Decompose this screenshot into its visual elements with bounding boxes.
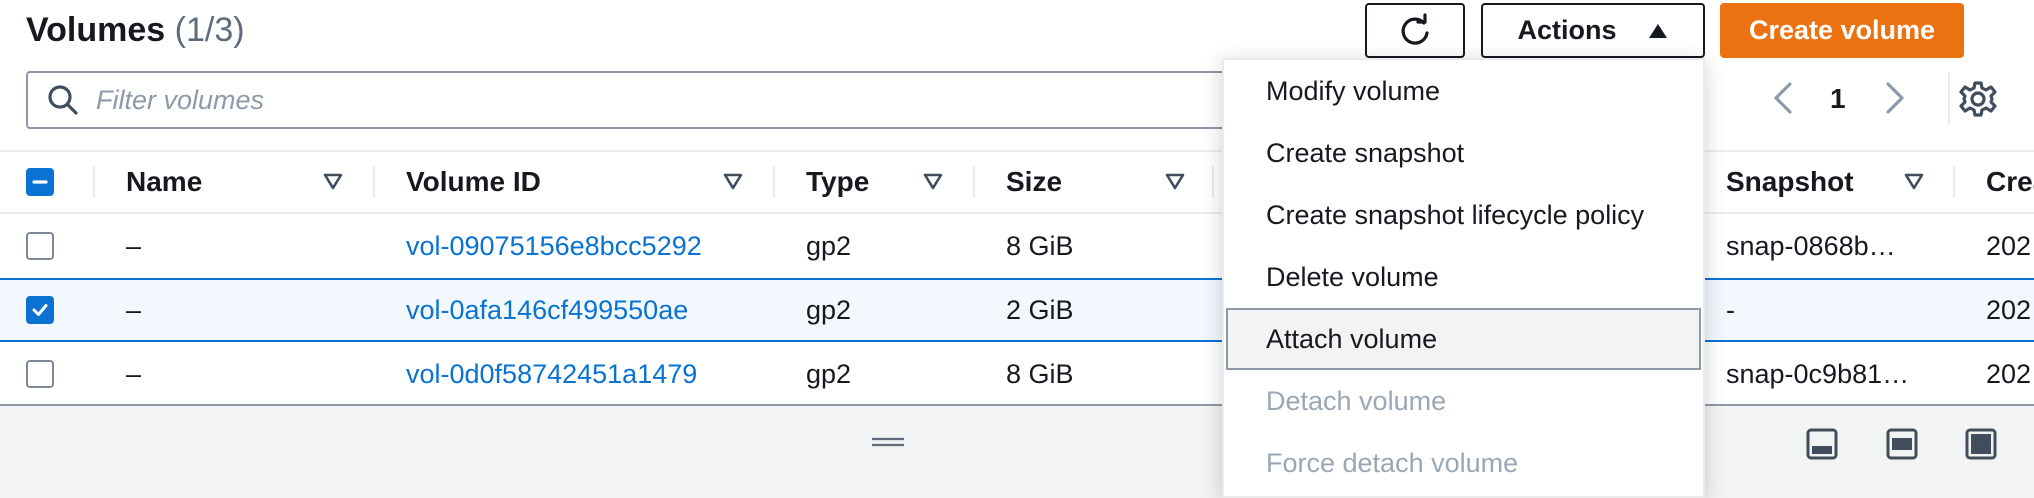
panel-side-icon[interactable] [1885,427,1919,461]
caret-up-icon [1648,23,1667,38]
cell-name: – [126,231,142,261]
cell-name: – [126,359,142,389]
page-title-text: Volumes [26,11,166,49]
cell-type: gp2 [806,359,852,389]
column-divider [373,166,375,198]
menu-item-create-snapshot-lifecycle-policy[interactable]: Create snapshot lifecycle policy [1226,184,1701,246]
column-header-snapshot[interactable]: Snapshot [1726,152,1854,212]
column-header-created[interactable]: Crea [1986,152,2034,212]
row-checkbox[interactable] [26,360,54,388]
sort-caret-icon[interactable] [1164,170,1186,192]
create-volume-button[interactable]: Create volume [1720,3,1964,58]
cell-type: gp2 [806,295,852,325]
pager-divider [1948,72,1950,124]
table-row[interactable]: – vol-0d0f58742451a1479 gp2 8 GiB snap-0… [0,342,2034,406]
column-divider [973,166,975,198]
column-header-name[interactable]: Name [126,152,202,212]
row-checkbox-checked[interactable] [26,296,54,324]
sort-caret-icon[interactable] [922,170,944,192]
table-row-selected[interactable]: – vol-0afa146cf499550ae gp2 2 GiB - 202 [0,278,2034,342]
drag-handle-icon[interactable] [870,435,906,449]
search-icon [48,85,78,115]
cell-created: 202 [1986,295,2032,325]
cell-created: 202 [1986,231,2032,261]
sort-caret-icon[interactable] [322,170,344,192]
column-divider [1953,166,1955,198]
column-divider [773,166,775,198]
column-header-size[interactable]: Size [1006,152,1062,212]
row-checkbox[interactable] [26,232,54,260]
cell-snapshot: snap-0868b… [1726,231,1896,261]
panel-full-icon[interactable] [1964,427,1998,461]
actions-button-label: Actions [1517,15,1617,45]
column-divider [1212,166,1214,198]
cell-size: 2 GiB [1006,295,1074,325]
cell-type: gp2 [806,231,852,261]
cell-size: 8 GiB [1006,359,1074,389]
menu-item-modify-volume[interactable]: Modify volume [1226,60,1701,122]
cell-volume-id-link[interactable]: vol-0d0f58742451a1479 [406,358,697,390]
cell-size: 8 GiB [1006,231,1074,261]
select-all-checkbox[interactable] [26,168,54,196]
menu-item-create-snapshot[interactable]: Create snapshot [1226,122,1701,184]
actions-dropdown-menu: Modify volume Create snapshot Create sna… [1222,58,1705,498]
menu-item-detach-volume: Detach volume [1266,386,1447,416]
refresh-button[interactable] [1365,3,1465,58]
refresh-icon [1401,12,1429,45]
chevron-right-icon[interactable] [1880,78,1910,118]
cell-snapshot: - [1726,295,1735,325]
page-number[interactable]: 1 [1830,79,1846,119]
column-divider [93,166,95,198]
gear-icon[interactable] [1958,79,1998,119]
sort-caret-icon[interactable] [1903,170,1925,192]
cell-snapshot: snap-0c9b81… [1726,359,1910,389]
checkmark-icon [32,304,48,316]
cell-created: 202 [1986,359,2032,389]
page-title: Volumes (1/3) [26,6,245,54]
filter-field[interactable] [26,71,1316,129]
create-volume-label: Create volume [1748,15,1936,45]
menu-item-delete-volume[interactable]: Delete volume [1226,246,1701,308]
filter-input[interactable] [94,83,1098,117]
sort-caret-icon[interactable] [722,170,744,192]
panel-bottom-icon[interactable] [1805,427,1839,461]
menu-item-attach-volume[interactable]: Attach volume [1226,308,1701,370]
indeterminate-icon [32,180,48,184]
cell-name: – [126,295,142,325]
menu-item-force-detach-volume: Force detach volume [1266,448,1519,478]
actions-button[interactable]: Actions [1481,3,1705,58]
selection-count: (1/3) [174,11,245,49]
column-header-type[interactable]: Type [806,152,869,212]
split-panel-bar [0,404,2034,498]
column-header-volume-id[interactable]: Volume ID [406,152,541,212]
cell-volume-id-link[interactable]: vol-0afa146cf499550ae [406,294,688,326]
cell-volume-id-link[interactable]: vol-09075156e8bcc5292 [406,230,702,262]
chevron-left-icon[interactable] [1768,78,1798,118]
table-row[interactable]: – vol-09075156e8bcc5292 gp2 8 GiB snap-0… [0,214,2034,278]
